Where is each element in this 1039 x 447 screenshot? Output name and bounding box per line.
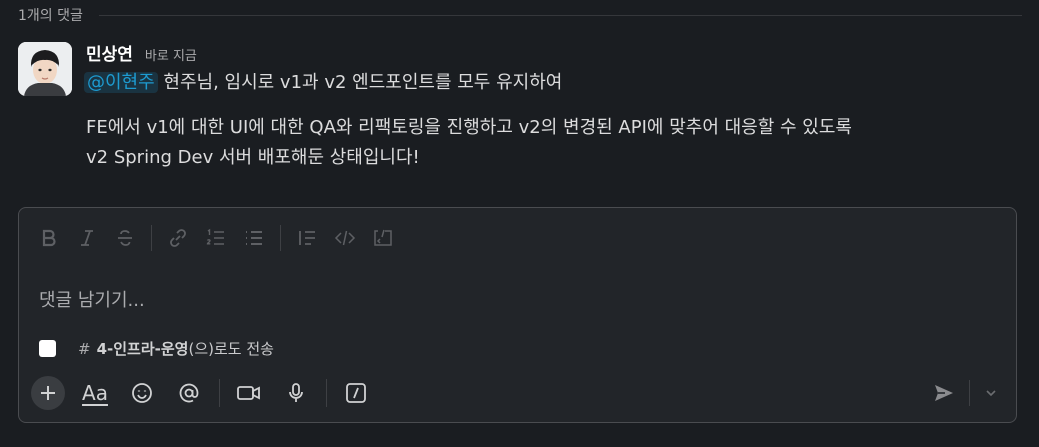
- reply-count: 1개의 댓글: [18, 8, 83, 24]
- formatting-icon[interactable]: Aa: [78, 376, 112, 410]
- bold-icon[interactable]: [35, 224, 63, 252]
- divider-line: [98, 14, 1022, 16]
- chevron-down-icon[interactable]: [980, 376, 1002, 410]
- emoji-icon[interactable]: [125, 376, 159, 410]
- message-text-1: 현주님, 임시로 v1과 v2 엔드포인트를 모두 유지하여: [157, 72, 563, 93]
- also-send-checkbox[interactable]: [39, 340, 56, 357]
- message: 민상연 바로 지금 @이현주 현주님, 임시로 v1과 v2 엔드포인트를 모두…: [84, 40, 1026, 173]
- formatting-toolbar: [35, 224, 407, 252]
- reply-composer: 댓글 남기기... # 4-인프라-운영 (으)로도 전송 Aa: [18, 207, 1017, 423]
- slash-command-icon[interactable]: [339, 376, 373, 410]
- blockquote-icon[interactable]: [293, 224, 321, 252]
- toolbar-separator: [219, 379, 220, 407]
- plus-icon[interactable]: [31, 376, 65, 410]
- avatar[interactable]: [18, 42, 72, 96]
- italic-icon[interactable]: [73, 224, 101, 252]
- hash-icon: #: [78, 339, 91, 358]
- ordered-list-icon[interactable]: [202, 224, 230, 252]
- thread-reply-divider: 1개의 댓글: [18, 4, 1022, 26]
- link-icon[interactable]: [164, 224, 192, 252]
- send-separator: [969, 380, 970, 406]
- strikethrough-icon[interactable]: [111, 224, 139, 252]
- send-icon[interactable]: [927, 376, 961, 410]
- also-send-label: (으)로도 전송: [188, 340, 274, 358]
- channel-name: 4-인프라-운영: [96, 340, 189, 358]
- message-timestamp[interactable]: 바로 지금: [145, 45, 197, 64]
- toolbar-separator: [151, 225, 152, 251]
- author-name[interactable]: 민상연: [86, 40, 133, 65]
- bulleted-list-icon[interactable]: [240, 224, 268, 252]
- message-line-2: FE에서 v1에 대한 UI에 대한 QA와 리팩토링을 진행하고 v2의 변경…: [86, 117, 852, 138]
- send-controls: [927, 376, 1002, 410]
- code-block-icon[interactable]: [369, 224, 397, 252]
- also-send-to-channel[interactable]: # 4-인프라-운영 (으)로도 전송: [39, 338, 274, 359]
- user-mention[interactable]: @이현주: [84, 72, 158, 93]
- toolbar-separator: [326, 379, 327, 407]
- message-line-3: v2 Spring Dev 서버 배포해둔 상태입니다!: [86, 147, 420, 168]
- video-icon[interactable]: [232, 376, 266, 410]
- code-icon[interactable]: [331, 224, 359, 252]
- microphone-icon[interactable]: [279, 376, 313, 410]
- toolbar-separator: [280, 225, 281, 251]
- formatting-toggle-label: Aa: [82, 381, 108, 405]
- mention-icon[interactable]: [172, 376, 206, 410]
- message-line-1: @이현주 현주님, 임시로 v1과 v2 엔드포인트를 모두 유지하여: [84, 68, 1026, 98]
- comment-input[interactable]: 댓글 남기기...: [39, 286, 145, 312]
- composer-toolbar: Aa: [31, 376, 386, 410]
